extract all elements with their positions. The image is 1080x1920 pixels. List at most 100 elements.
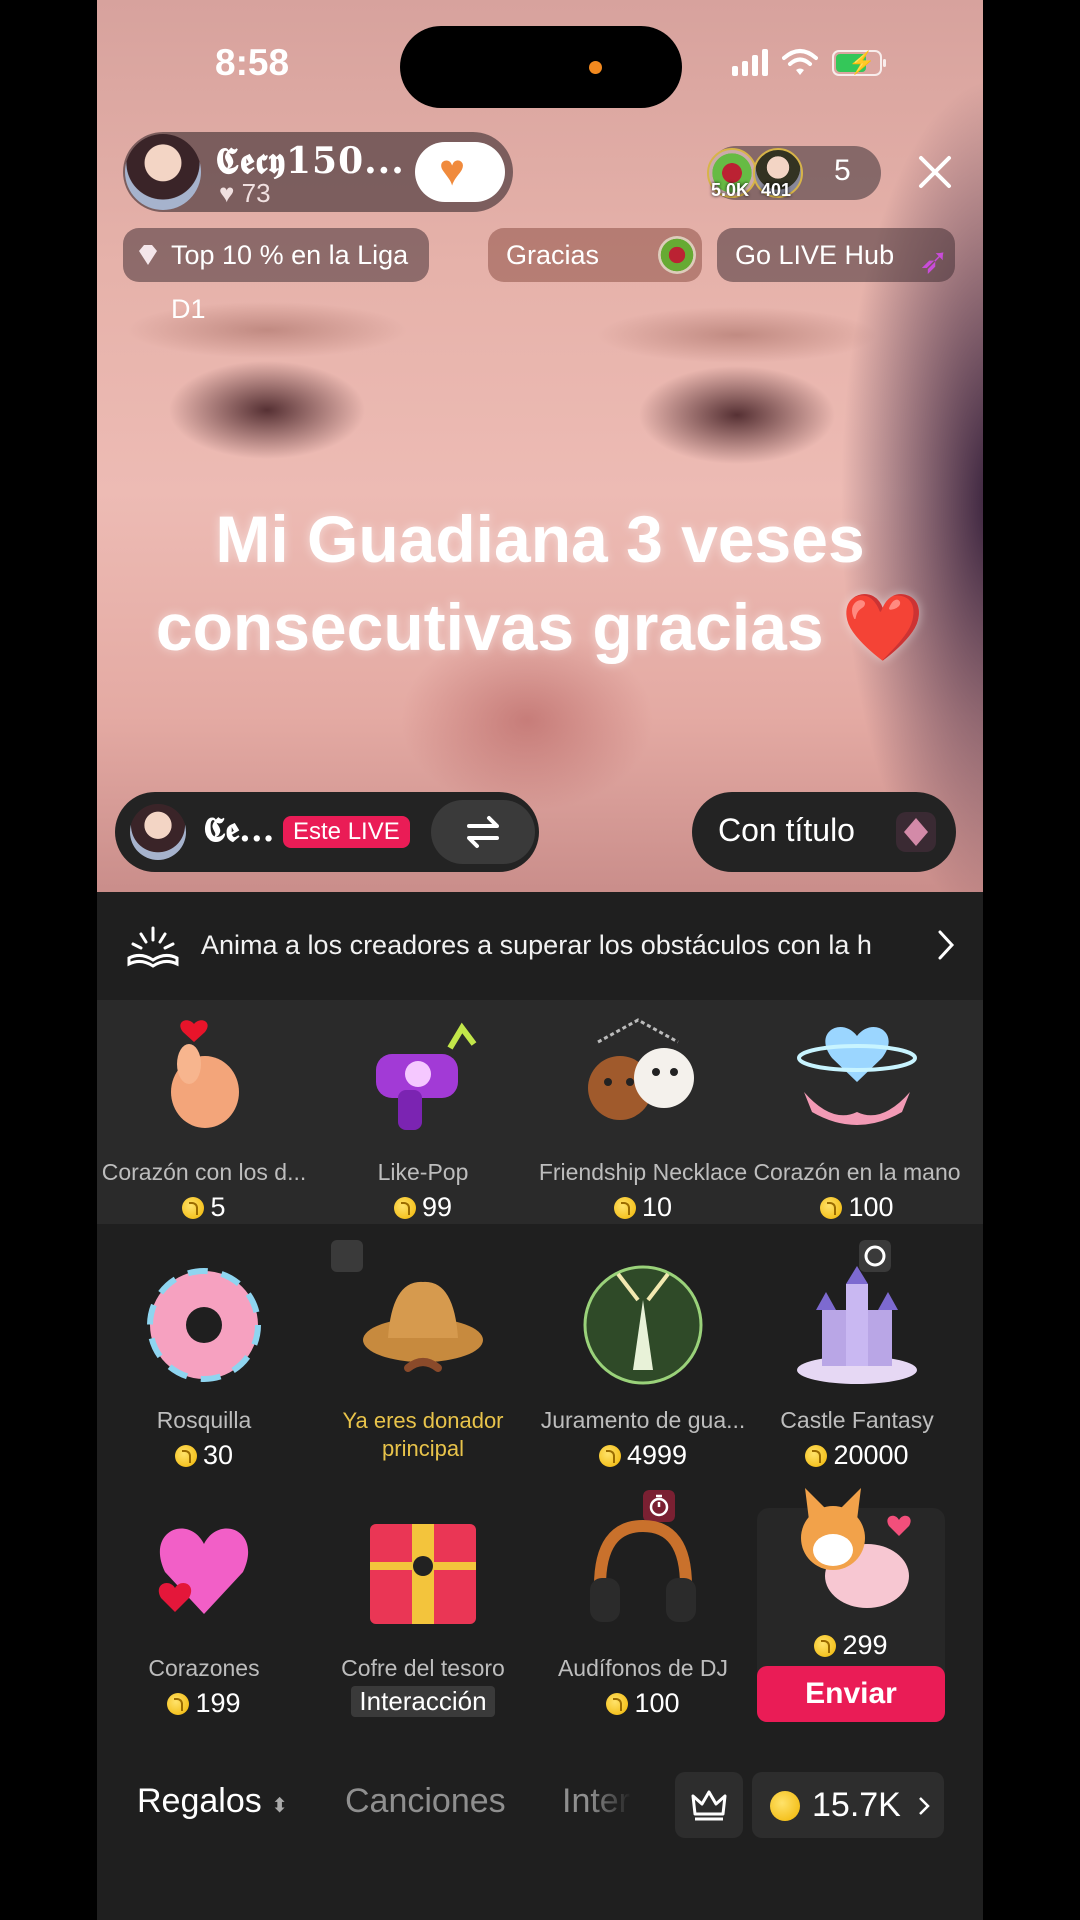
- coin-icon: [598, 1445, 621, 1467]
- gift-item[interactable]: Juramento de gua... 4999: [538, 1260, 748, 1471]
- gift-price: 199: [99, 1688, 309, 1719]
- live-source-pill[interactable]: 𝕮𝖊... Este LIVE: [115, 792, 539, 872]
- coin-icon: [820, 1197, 843, 1219]
- live-host-name: 𝕮𝖊...: [203, 810, 275, 850]
- gift-name: Corazones: [148, 1655, 260, 1681]
- caption-line-2: consecutivas gracias: [155, 590, 824, 664]
- battery-charging-icon: ⚡: [832, 50, 886, 76]
- gift-name: Ya eres donador principal: [342, 1408, 504, 1461]
- gift-price: 10: [538, 1192, 748, 1223]
- host-avatar[interactable]: [125, 134, 201, 210]
- gift-item[interactable]: Ya eres donador principal: [318, 1260, 528, 1463]
- dj-headphones-icon: [590, 1519, 696, 1622]
- close-icon[interactable]: [913, 150, 957, 194]
- swap-arrows-icon: [467, 816, 499, 848]
- gift-name: Corazón con los d...: [101, 1159, 307, 1185]
- chevron-right-icon: [938, 930, 955, 960]
- gracias-chip[interactable]: Gracias: [488, 228, 702, 282]
- gift-price-value: 99: [421, 1192, 453, 1222]
- friendship-bears-icon: [588, 1018, 694, 1120]
- gift-price: 100: [752, 1192, 962, 1223]
- gift-price: 5: [99, 1192, 309, 1223]
- camera-indicator-dot: [589, 61, 602, 74]
- gift-price: 20000: [752, 1440, 962, 1471]
- cowboy-hat-icon: [363, 1281, 483, 1372]
- gracias-badge-icon: [658, 236, 696, 274]
- coin-balance-button[interactable]: 15.7K: [752, 1772, 944, 1838]
- gift-item[interactable]: Castle Fantasy 20000: [752, 1260, 962, 1471]
- follow-heart-button[interactable]: ♥ 11: [415, 142, 505, 202]
- gift-item[interactable]: Rosquilla 30: [99, 1260, 309, 1471]
- gift-price-value: 5: [210, 1192, 226, 1222]
- gift-name: Audífonos de DJ: [557, 1655, 729, 1681]
- gift-item[interactable]: Corazón con los d... 5: [99, 1012, 309, 1223]
- gift-name: Rosquilla: [156, 1407, 252, 1433]
- gift-price: 99: [318, 1192, 528, 1223]
- gift-name: Corazón en la mano: [753, 1159, 961, 1185]
- host-profile-pill[interactable]: 𝕮𝖊𝖈𝖞150... ♥ 73 ♥ 11: [123, 132, 513, 212]
- gift-item[interactable]: Corazón en la mano 100: [752, 1012, 962, 1223]
- corgi-icon: [801, 1488, 911, 1608]
- hearts-icon: [158, 1528, 249, 1614]
- gift-price: 30: [99, 1440, 309, 1471]
- send-button[interactable]: Enviar: [757, 1666, 945, 1722]
- host-name: 𝕮𝖊𝖈𝖞150...: [215, 140, 405, 182]
- coin-icon: [606, 1693, 629, 1715]
- coin-icon: [174, 1445, 197, 1467]
- selected-gift-card[interactable]: 299 Enviar: [757, 1488, 945, 1722]
- go-live-hub-chip[interactable]: Go LIVE Hub ➶: [717, 228, 955, 282]
- viewer-score: 401: [761, 180, 792, 200]
- coin-icon: [805, 1445, 828, 1467]
- gift-name: Cofre del tesoro: [341, 1655, 505, 1681]
- tab-interactive[interactable]: Interactivo: [562, 1782, 632, 1821]
- this-live-badge: Este LIVE: [283, 816, 410, 848]
- titled-button[interactable]: Con título: [692, 792, 956, 872]
- treasure-chest-icon: [370, 1524, 476, 1624]
- tab-gifts[interactable]: Regalos ⬍: [137, 1782, 288, 1821]
- coin-icon: [182, 1197, 205, 1219]
- coin-icon: [393, 1197, 416, 1219]
- host-likes: ♥ 73: [219, 178, 271, 208]
- gracias-label: Gracias: [506, 240, 600, 270]
- gift-item[interactable]: Corazones 199: [99, 1508, 309, 1719]
- gift-item[interactable]: Like-Pop 99: [318, 1012, 528, 1223]
- book-sparkle-icon: [127, 926, 179, 968]
- status-icons: ⚡: [732, 48, 886, 76]
- tab-songs[interactable]: Canciones: [345, 1782, 506, 1821]
- deer-oath-icon: [583, 1265, 703, 1385]
- live-screen: 8:58 ⚡ 𝕮𝖊𝖈𝖞150... ♥ 73 ♥ 11 5.0K 401 5 T…: [97, 0, 983, 1920]
- gift-price-value: 20000: [833, 1440, 909, 1470]
- red-heart-icon: ❤️: [841, 590, 925, 664]
- go-live-hub-label: Go LIVE Hub: [735, 240, 895, 270]
- coin-icon: [613, 1197, 636, 1219]
- selected-gift-price: 299: [757, 1630, 945, 1661]
- status-time: 8:58: [215, 42, 290, 83]
- league-chip[interactable]: Top 10 % en la Liga D1: [123, 228, 429, 324]
- coin-balance: 15.7K: [812, 1786, 901, 1824]
- promo-text: Anima a los creadores a superar los obst…: [201, 930, 872, 960]
- coin-icon: [814, 1635, 837, 1657]
- selected-gift-price-value: 299: [842, 1630, 888, 1660]
- dynamic-island: [400, 26, 682, 108]
- like-pop-gun-icon: [376, 1022, 477, 1130]
- switch-live-button[interactable]: [431, 800, 535, 864]
- rocket-icon: ➶: [918, 240, 949, 281]
- viewer-list[interactable]: 5.0K 401 5: [707, 146, 881, 200]
- gift-item[interactable]: Cofre del tesoro Interacción: [318, 1508, 528, 1717]
- gift-price-value: 4999: [626, 1440, 688, 1470]
- titled-label: Con título: [718, 812, 855, 848]
- gift-price: 4999: [538, 1440, 748, 1471]
- promo-banner[interactable]: Anima a los creadores a superar los obst…: [97, 892, 983, 1000]
- gift-tabs: Regalos ⬍ Canciones Interactivo 15.7K: [97, 1760, 983, 1850]
- gift-name: Juramento de gua...: [540, 1407, 746, 1433]
- gift-item[interactable]: Friendship Necklace 10: [538, 1012, 748, 1223]
- caption-line-1: Mi Guadiana 3 veses: [215, 502, 865, 576]
- coin-icon: [770, 1791, 800, 1821]
- gift-name: Like-Pop: [377, 1159, 469, 1185]
- cellular-signal-icon: [732, 48, 768, 76]
- gift-item[interactable]: Audífonos de DJ 100: [538, 1508, 748, 1719]
- donut-icon: [147, 1268, 261, 1382]
- viewer-count: 5: [834, 154, 851, 187]
- crown-button[interactable]: [675, 1772, 743, 1838]
- stream-caption: Mi Guadiana 3 veses consecutivas gracias…: [97, 495, 983, 671]
